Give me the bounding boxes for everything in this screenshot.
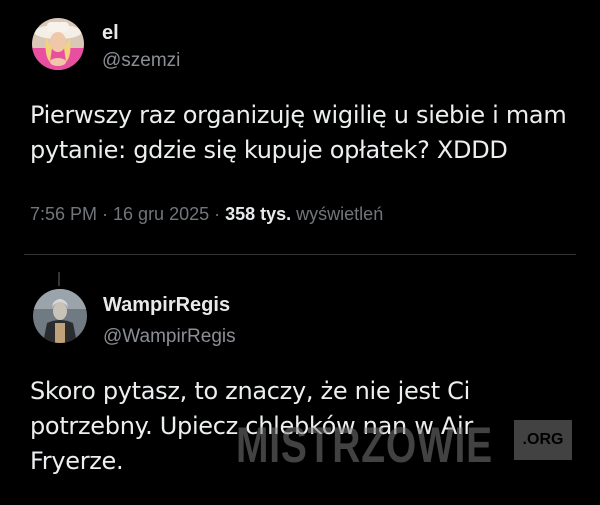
avatar[interactable] bbox=[33, 289, 87, 343]
user-handle[interactable]: @szemzi bbox=[102, 49, 180, 73]
display-name[interactable]: el bbox=[102, 21, 119, 45]
views-label: wyświetleń bbox=[291, 204, 384, 224]
tweet-text-line: Skoro pytasz, to znaczy, że nie jest Ci bbox=[30, 377, 470, 405]
avatar-image bbox=[32, 18, 84, 70]
tweet-text-line: Fryerze. bbox=[30, 447, 124, 475]
thread-line bbox=[58, 272, 60, 286]
avatar[interactable] bbox=[32, 18, 84, 70]
views-count: 358 tys. bbox=[225, 204, 292, 224]
avatar-image bbox=[33, 289, 87, 343]
display-name[interactable]: WampirRegis bbox=[103, 293, 230, 317]
tweet-text-line: potrzebny. Upiecz chlebków nan w Air bbox=[30, 412, 473, 440]
divider bbox=[24, 254, 576, 255]
tweet-text: Skoro pytasz, to znaczy, że nie jest Ci … bbox=[30, 374, 473, 479]
tweet-text: Pierwszy raz organizuję wigilię u siebie… bbox=[30, 98, 567, 168]
user-handle[interactable]: @WampirRegis bbox=[103, 325, 236, 349]
tweet-text-line: pytanie: gdzie się kupuje opłatek? XDDD bbox=[30, 136, 508, 164]
tweet-meta: 7:56 PM · 16 gru 2025 · 358 tys. wyświet… bbox=[30, 202, 383, 226]
tweet-text-line: Pierwszy raz organizuję wigilię u siebie… bbox=[30, 101, 567, 129]
watermark-suffix: .ORG bbox=[514, 420, 572, 460]
timestamp[interactable]: 7:56 PM · 16 gru 2025 · bbox=[30, 204, 225, 224]
